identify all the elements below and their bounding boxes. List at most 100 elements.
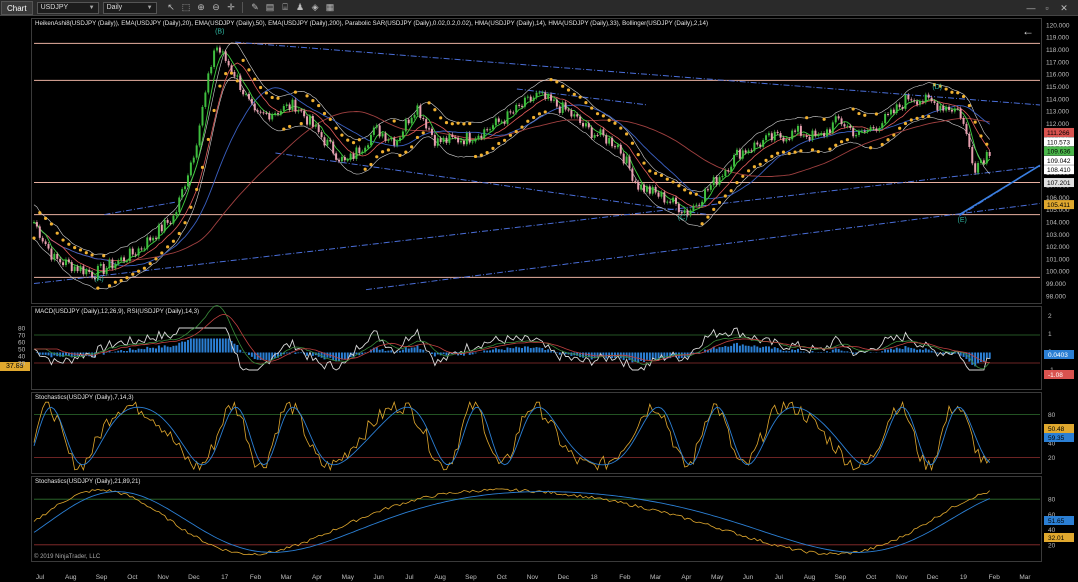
candle-body (207, 73, 210, 93)
parabolic-sar-dot (427, 101, 431, 105)
parabolic-sar-dot (497, 141, 501, 146)
parabolic-sar-dot (369, 162, 373, 167)
candle-body (881, 123, 884, 129)
parabolic-sar-dot (247, 68, 251, 72)
parabolic-sar-dot (485, 150, 489, 155)
price-axis-tick: 117.000 (1046, 59, 1069, 66)
candle-body (988, 151, 991, 156)
candle-body (750, 150, 753, 152)
candle-body (76, 266, 79, 272)
candle-body (820, 133, 823, 135)
candle-body (613, 146, 616, 148)
candle-body (445, 137, 448, 143)
candle-body (555, 99, 558, 107)
parabolic-sar-dot (433, 108, 437, 112)
candle-body (959, 108, 962, 118)
macd-histogram-bar (157, 345, 160, 353)
parabolic-sar-dot (84, 251, 88, 255)
parabolic-sar-dot (334, 126, 338, 130)
candle-body (117, 260, 120, 264)
macd-histogram-bar (416, 345, 419, 353)
trendline (33, 166, 1041, 285)
macd-histogram-bar (410, 347, 413, 353)
macd-histogram-bar (523, 346, 526, 353)
macd-histogram-bar (820, 351, 823, 353)
date-axis-tick: Aug (65, 574, 77, 581)
candle-body (221, 51, 224, 53)
candle-body (590, 127, 593, 138)
stoch2-badge-label: 32.01 (1048, 535, 1065, 542)
candle-body (977, 163, 980, 173)
date-axis-tick: Oct (127, 574, 137, 581)
candle-body (971, 146, 974, 164)
candle-body (105, 268, 108, 274)
parabolic-sar-dot (712, 207, 716, 211)
candle-body (625, 156, 628, 164)
candle-body (593, 134, 596, 138)
macd-histogram-bar (486, 350, 489, 353)
macd-histogram-bar (744, 345, 747, 353)
parabolic-sar-dot (584, 100, 588, 105)
parabolic-sar-dot (834, 143, 838, 147)
parabolic-sar-dot (613, 121, 617, 125)
candle-body (846, 125, 849, 127)
parabolic-sar-dot (61, 238, 65, 242)
candle-body (756, 142, 759, 145)
candle-body (834, 116, 837, 123)
parabolic-sar-dot (410, 145, 414, 149)
candle-body (948, 106, 951, 110)
candle-body (230, 65, 233, 72)
candle-body (250, 98, 253, 104)
parabolic-sar-dot (770, 154, 774, 158)
candle-body (724, 170, 727, 177)
candle-body (965, 123, 968, 134)
parabolic-sar-dot (340, 133, 344, 137)
candle-body (564, 102, 567, 110)
parabolic-sar-dot (73, 246, 77, 250)
candle-body (494, 118, 497, 126)
parabolic-sar-dot (282, 127, 286, 131)
macd-histogram-bar (247, 352, 250, 355)
parabolic-sar-dot (183, 221, 187, 225)
parabolic-sar-dot (642, 161, 646, 165)
candle-body (817, 134, 820, 136)
macd-histogram-bar (207, 338, 210, 353)
parabolic-sar-dot (549, 77, 553, 82)
candle-body (584, 123, 587, 127)
stoch1-axis-tick: 80 (1048, 412, 1056, 419)
candle-body (616, 144, 619, 148)
parabolic-sar-dot (810, 148, 815, 152)
parabolic-sar-dot (136, 269, 141, 273)
macd-histogram-bar (509, 347, 512, 353)
macd-histogram-bar (622, 352, 625, 361)
candle-body (962, 117, 965, 124)
candle-body (67, 259, 70, 263)
parabolic-sar-dot (619, 126, 623, 130)
parabolic-sar-dot (166, 245, 170, 249)
macd-histogram-bar (590, 352, 593, 360)
macd-histogram-bar (131, 349, 134, 353)
parabolic-sar-dot (229, 71, 234, 75)
candle-body (826, 129, 829, 137)
candle-body (782, 137, 785, 142)
date-axis-tick: Nov (896, 574, 908, 581)
candle-body (137, 248, 140, 256)
parabolic-sar-dot (322, 111, 327, 116)
candle-body (120, 257, 123, 261)
candle-body (189, 162, 192, 176)
macd-histogram-bar (494, 348, 497, 353)
date-axis-tick: 19 (960, 574, 968, 581)
parabolic-sar-dot (903, 121, 908, 126)
parabolic-sar-dot (363, 167, 367, 171)
candle-body (619, 144, 622, 154)
parabolic-sar-dot (532, 115, 536, 120)
candle-body (808, 136, 811, 141)
macd-histogram-bar (186, 340, 189, 353)
macd-histogram-bar (140, 348, 143, 353)
macd-histogram-bar (834, 348, 837, 353)
parabolic-sar-dot (206, 137, 210, 142)
trendline (235, 41, 1041, 106)
parabolic-sar-dot (630, 141, 635, 145)
macd-histogram-bar (155, 348, 158, 353)
date-axis-tick: Jun (373, 574, 384, 581)
